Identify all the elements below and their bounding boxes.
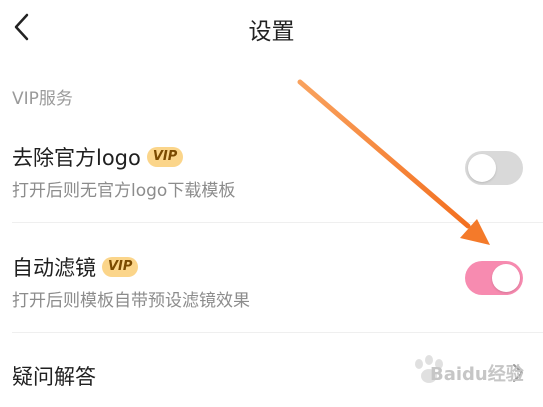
auto-filter-toggle[interactable] xyxy=(465,261,523,295)
toggle-knob xyxy=(492,264,520,292)
setting-title: 自动滤镜 VIP xyxy=(12,252,139,282)
chevron-right-icon xyxy=(513,364,523,382)
divider xyxy=(12,222,543,223)
setting-row-auto-filter: 自动滤镜 VIP 打开后则模板自带预设滤镜效果 xyxy=(0,250,543,330)
faq-label: 疑问解答 xyxy=(12,365,96,389)
setting-row-remove-logo: 去除官方logo VIP 打开后则无官方logo下载模板 xyxy=(0,140,543,220)
faq-row[interactable]: 疑问解答 xyxy=(0,333,543,407)
remove-logo-toggle[interactable] xyxy=(465,151,523,185)
back-chevron-icon xyxy=(14,13,29,41)
setting-title-text: 自动滤镜 xyxy=(12,256,96,280)
section-label-vip: VIP服务 xyxy=(12,89,73,109)
setting-title: 去除官方logo VIP xyxy=(12,142,184,172)
page-title: 设置 xyxy=(248,19,295,45)
back-button[interactable] xyxy=(8,10,38,44)
vip-badge: VIP xyxy=(146,147,184,167)
setting-subtitle: 打开后则无官方logo下载模板 xyxy=(12,181,236,201)
setting-title-text: 去除官方logo xyxy=(12,146,141,170)
settings-page: 设置 VIP服务 去除官方logo VIP 打开后则无官方logo下载模板 自动… xyxy=(0,0,543,407)
vip-badge: VIP xyxy=(102,257,139,277)
toggle-knob xyxy=(468,154,496,182)
setting-subtitle: 打开后则模板自带预设滤镜效果 xyxy=(12,291,250,311)
header-bar: 设置 xyxy=(0,0,543,56)
